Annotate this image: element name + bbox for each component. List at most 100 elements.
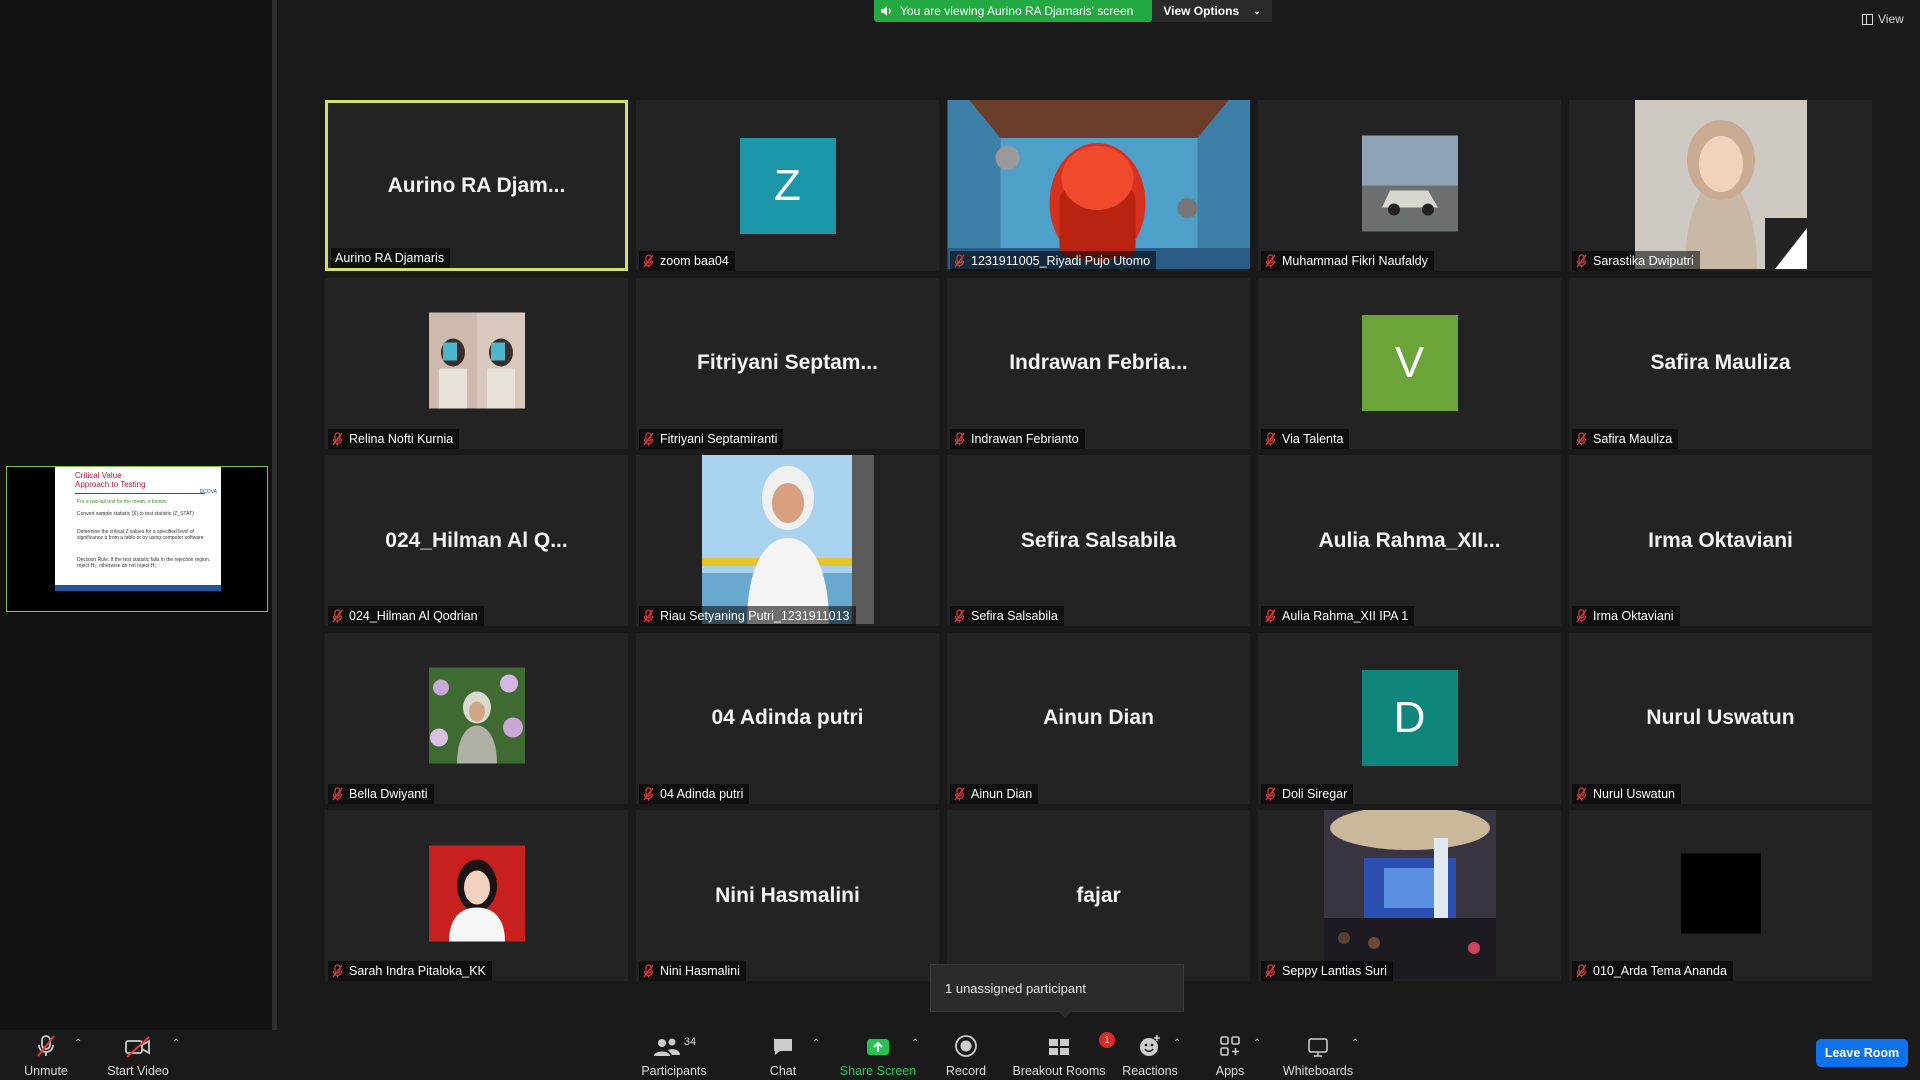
record-button[interactable]: Record: [944, 1030, 988, 1080]
participant-tile[interactable]: Aulia Rahma_XII... Aulia Rahma_XII IPA 1: [1258, 455, 1561, 626]
breakout-rooms-icon: [1049, 1039, 1069, 1055]
view-options-button[interactable]: View Options ⌄: [1152, 0, 1272, 22]
participant-name-label: Bella Dwiyanti: [328, 783, 434, 804]
whiteboards-button[interactable]: Whiteboards: [1282, 1030, 1354, 1080]
participant-name-label: Ainun Dian: [950, 783, 1039, 804]
participant-tile[interactable]: 1231911005_Riyadi Pujo Utomo: [947, 100, 1250, 271]
muted-mic-icon: [643, 786, 654, 800]
participant-tile[interactable]: Nini Hasmalini Nini Hasmalini: [636, 810, 939, 981]
apps-options-caret-icon[interactable]: ⌃: [1253, 1038, 1261, 1049]
participants-icon: [653, 1038, 680, 1056]
video-options-caret-icon[interactable]: ⌃: [172, 1038, 180, 1049]
participant-tile[interactable]: V Via Talenta: [1258, 277, 1561, 449]
participant-name: Nurul Uswatun: [1593, 786, 1675, 801]
participant-tile[interactable]: Nurul Uswatun Nurul Uswatun: [1569, 632, 1872, 804]
participant-tile[interactable]: 010_Arda Tema Ananda: [1569, 810, 1872, 981]
participant-photo: [701, 455, 874, 626]
participant-display-name: 024_Hilman Al Q...: [385, 528, 568, 552]
muted-mic-icon: [1576, 431, 1587, 445]
chat-options-caret-icon[interactable]: ⌃: [812, 1038, 820, 1049]
participant-tile[interactable]: 04 Adinda putri 04 Adinda putri: [636, 632, 939, 804]
participant-name: Seppy Lantias Suri: [1282, 964, 1387, 978]
start-video-button[interactable]: Start Video: [104, 1030, 172, 1080]
participant-avatar: V: [1361, 315, 1458, 411]
participant-tile[interactable]: Sefira Salsabila Sefira Salsabila: [947, 455, 1250, 626]
participant-name-label: Irma Oktaviani: [1572, 606, 1680, 626]
slide-bullet: Decision Rule: If the test statistic fal…: [77, 557, 211, 569]
participant-tile[interactable]: Muhammad Fikri Naufaldy: [1258, 100, 1561, 271]
participant-display-name: Nini Hasmalini: [715, 883, 860, 907]
participants-count: 34: [683, 1036, 697, 1048]
participant-display-name: Aulia Rahma_XII...: [1318, 528, 1501, 552]
participant-avatar: D: [1361, 670, 1458, 766]
participant-tile[interactable]: Riau Setyaning Putri_1231911013: [636, 455, 939, 626]
participant-photo: [428, 845, 525, 946]
participant-display-name: Sefira Salsabila: [1020, 528, 1177, 552]
muted-mic-icon: [643, 964, 654, 978]
speaker-icon: [881, 6, 891, 16]
shared-screen-thumbnail[interactable]: Critical Value Approach to Testing DCOVA…: [6, 466, 268, 612]
participant-tile[interactable]: D Doli Siregar: [1258, 632, 1561, 804]
muted-mic-icon: [1576, 609, 1587, 623]
participant-name-label: Sarastika Dwiputri: [1572, 251, 1700, 271]
participant-name-label: Doli Siregar: [1261, 783, 1354, 804]
chat-icon: [774, 1039, 792, 1055]
participant-tile[interactable]: Relina Nofti Kurnia: [325, 277, 628, 449]
participant-tile[interactable]: Aurino RA Djam... Aurino RA Djamaris: [325, 100, 628, 271]
participant-name: Irma Oktaviani: [1593, 609, 1674, 623]
whiteboards-options-caret-icon[interactable]: ⌃: [1351, 1038, 1359, 1049]
unmute-button[interactable]: Unmute: [18, 1030, 74, 1080]
muted-mic-icon: [1265, 609, 1276, 623]
participant-display-name: Indrawan Febria...: [1009, 351, 1188, 374]
breakout-rooms-button[interactable]: 1 Breakout Rooms: [1012, 1030, 1115, 1080]
participant-photo: [1323, 810, 1496, 981]
chat-button[interactable]: Chat: [765, 1030, 801, 1080]
participant-tile[interactable]: Irma Oktaviani Irma Oktaviani: [1569, 455, 1872, 626]
participant-photo: [1634, 100, 1807, 271]
muted-mic-icon: [643, 609, 654, 623]
reactions-options-caret-icon[interactable]: ⌃: [1173, 1038, 1181, 1049]
view-button[interactable]: View: [1862, 12, 1904, 26]
participant-tile[interactable]: Indrawan Febria... Indrawan Febrianto: [947, 277, 1250, 449]
muted-mic-icon: [1265, 431, 1276, 445]
participant-name-label: Muhammad Fikri Naufaldy: [1261, 251, 1434, 271]
participant-name: Doli Siregar: [1282, 786, 1348, 801]
whiteboard-icon: [1308, 1038, 1328, 1057]
participant-name-label: zoom baa04: [639, 251, 735, 271]
participants-button[interactable]: 34 Participants: [640, 1030, 708, 1080]
participant-name: Aurino RA Djamaris: [335, 251, 445, 265]
muted-mic-icon: [954, 431, 965, 445]
participant-tile[interactable]: Ainun Dian Ainun Dian: [947, 632, 1250, 804]
participant-tile[interactable]: Fitriyani Septam... Fitriyani Septamirant…: [636, 277, 939, 449]
apps-icon: [1220, 1036, 1240, 1056]
participant-name: 024_Hilman Al Qodrian: [349, 609, 478, 623]
leave-room-button[interactable]: Leave Room: [1816, 1039, 1908, 1067]
participant-photo: [428, 667, 525, 769]
start-video-label: Start Video: [107, 1064, 169, 1078]
unmute-label: Unmute: [24, 1064, 68, 1078]
participant-tile[interactable]: Zzoom baa04: [636, 100, 939, 271]
participant-name: Aulia Rahma_XII IPA 1: [1282, 609, 1409, 623]
share-screen-button[interactable]: Share Screen: [838, 1030, 918, 1080]
participant-name: Sarah Indra Pitaloka_KK: [349, 964, 486, 978]
share-options-caret-icon[interactable]: ⌃: [911, 1038, 919, 1049]
panel-resize-handle[interactable]: [272, 0, 277, 1030]
participant-tile[interactable]: fajar: [947, 810, 1250, 981]
participant-tile[interactable]: Safira Mauliza Safira Mauliza: [1569, 277, 1872, 449]
avatar-letter: Z: [774, 160, 801, 210]
participant-tile[interactable]: 024_Hilman Al Q... 024_Hilman Al Qodrian: [325, 455, 628, 626]
participant-name: Sefira Salsabila: [971, 609, 1058, 623]
reactions-button[interactable]: Reactions: [1122, 1030, 1178, 1080]
participant-tile[interactable]: Seppy Lantias Suri: [1258, 810, 1561, 981]
participant-tile[interactable]: Sarastika Dwiputri: [1569, 100, 1872, 271]
participant-display-name: Irma Oktaviani: [1648, 528, 1793, 552]
participant-name-label: Via Talenta: [1261, 428, 1350, 449]
apps-button[interactable]: Apps: [1210, 1030, 1250, 1080]
participant-name: 1231911005_Riyadi Pujo Utomo: [971, 254, 1151, 268]
participant-tile[interactable]: Sarah Indra Pitaloka_KK: [325, 810, 628, 981]
meeting-toolbar: Unmute ⌃ Start Video ⌃ 34 Participants C…: [0, 1030, 1920, 1080]
participant-tile[interactable]: Bella Dwiyanti: [325, 632, 628, 804]
audio-options-caret-icon[interactable]: ⌃: [74, 1038, 82, 1049]
slide-bullet: For a two-tail test for the mean, σ know…: [77, 499, 168, 505]
muted-mic-icon: [1265, 254, 1276, 268]
